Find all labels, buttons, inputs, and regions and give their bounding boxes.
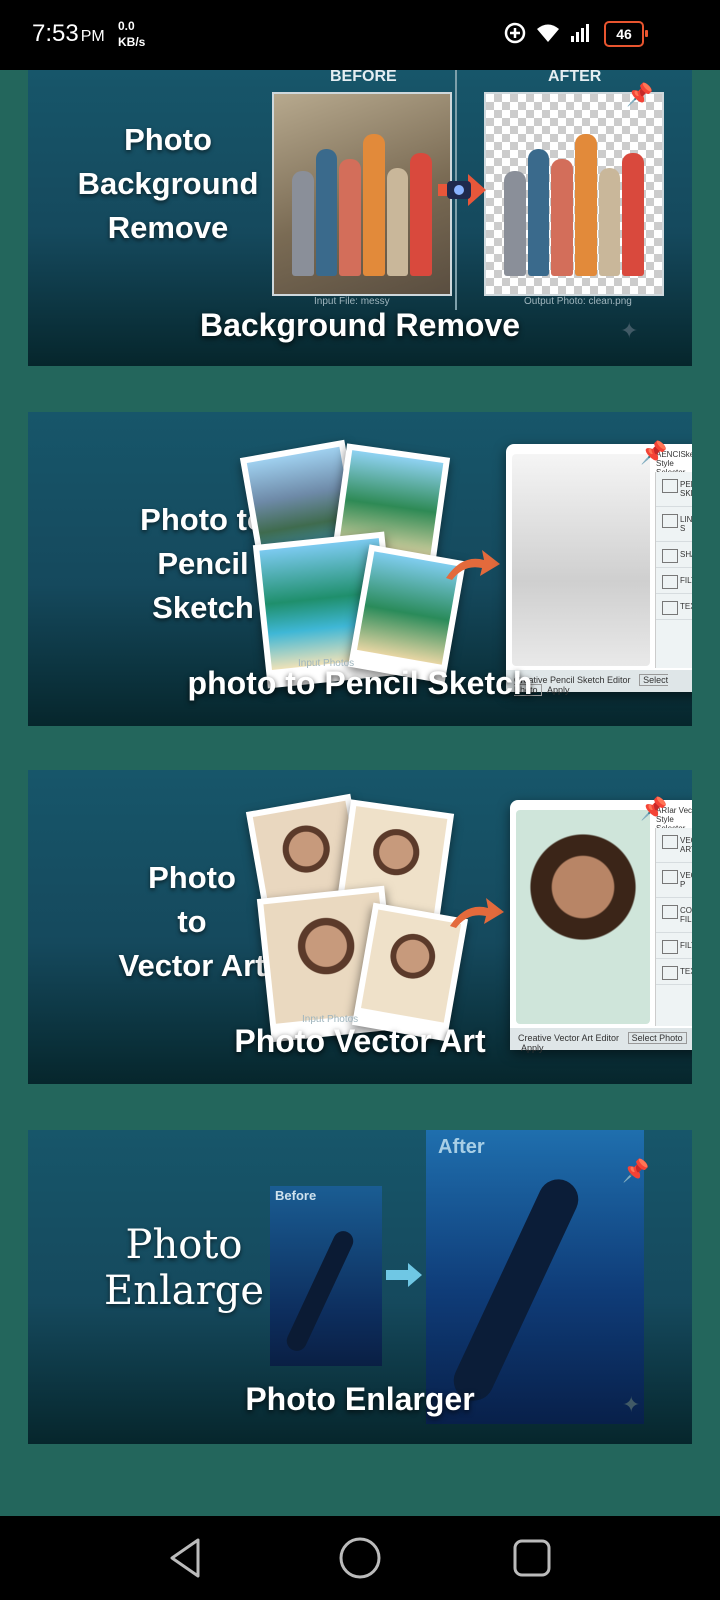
network-speed: 0.0 KB/s (118, 18, 145, 50)
before-label: BEFORE (330, 70, 397, 85)
battery-icon: 46 (604, 21, 648, 47)
side-item[interactable]: FILT (656, 933, 692, 959)
card-title: Photo Background Remove (58, 118, 278, 250)
network-speed-value: 0.0 (118, 19, 135, 33)
title-line: Background (77, 166, 259, 201)
ampm-text: PM (80, 28, 105, 45)
before-label: Before (275, 1188, 317, 1203)
side-item[interactable]: TEXT (656, 594, 692, 620)
side-item[interactable]: TEXT (656, 959, 692, 985)
title-line: Photo (125, 1222, 243, 1268)
after-label: AFTER (548, 70, 602, 85)
vector-preview (516, 810, 650, 1024)
vector-editor-panel: ARIar Vector Style Selector VECTOR ART V… (510, 800, 692, 1053)
back-button[interactable] (164, 1536, 208, 1580)
pin-icon: 📌 (640, 440, 668, 465)
battery-level: 46 (616, 26, 632, 42)
time-text: 7:53 (32, 20, 79, 47)
tool-sidebar: PENCIL SKETCH LINE S SHAD FILTE TEXT (655, 472, 692, 668)
status-time: 7:53 PM (32, 20, 105, 48)
home-button[interactable] (338, 1536, 382, 1580)
sketch-editor-panel: AENCISketch Style Selector PENCIL SKETCH… (506, 444, 692, 696)
title-line: Photo (124, 122, 212, 157)
side-item[interactable]: VECTOR P (656, 863, 692, 898)
signal-icon (571, 24, 589, 42)
after-photo: After (426, 1130, 644, 1424)
data-saver-icon (504, 22, 526, 44)
side-item[interactable]: SHAD (656, 542, 692, 568)
pin-icon: 📌 (622, 1158, 650, 1183)
before-photo: Before (270, 1186, 382, 1366)
arrow-right-icon (386, 1263, 422, 1287)
after-photo (484, 92, 664, 296)
status-icons (504, 22, 592, 44)
side-item[interactable]: PENCIL SKETCH (656, 472, 692, 507)
output-note: Output Photo: clean.png (524, 296, 632, 307)
status-bar: 7:53 PM 0.0 KB/s 46 (0, 0, 720, 70)
side-item[interactable]: LINE S (656, 507, 692, 542)
card-caption: Background Remove (199, 307, 521, 343)
feature-card-photo-enlarge[interactable]: Photo Enlarge Before After 📌 ✦ Photo Enl… (28, 1130, 692, 1444)
wifi-icon (537, 24, 559, 42)
pin-icon: 📌 (626, 82, 654, 107)
before-photo (272, 92, 452, 296)
input-note: Input File: messy (314, 296, 390, 307)
side-item[interactable]: VECTOR ART (656, 828, 692, 863)
card-caption: Photo Vector Art (234, 1023, 486, 1059)
card-caption: Photo Enlarger (245, 1381, 475, 1417)
feature-card-vector-art[interactable]: Photo to Vector Art ARIar Vector Style S… (28, 770, 692, 1084)
network-speed-unit: KB/s (118, 35, 146, 49)
card-title: Photo Enlarge (84, 1222, 284, 1314)
navigation-bar (0, 1516, 720, 1600)
tool-sidebar: VECTOR ART VECTOR P COLOR FIL FILT TEXT (655, 828, 692, 1026)
arrow-right-icon (446, 550, 500, 580)
pin-icon: 📌 (640, 796, 668, 821)
camera-icon (447, 181, 471, 199)
side-item[interactable]: FILTE (656, 568, 692, 594)
card-caption: photo to Pencil Sketch (187, 665, 533, 701)
arrow-right-icon (450, 898, 504, 928)
feature-card-pencil-sketch[interactable]: Photo to Pencil Sketch AENCISketch Style… (28, 412, 692, 726)
title-line: Remove (107, 210, 229, 245)
after-label: After (438, 1136, 485, 1158)
side-item[interactable]: COLOR FIL (656, 898, 692, 933)
recents-button[interactable] (510, 1536, 554, 1580)
sketch-preview (512, 454, 650, 666)
feature-card-background-remove[interactable]: Photo Background Remove BEFORE AFTER Inp… (28, 70, 692, 366)
title-line: Enlarge (104, 1268, 264, 1314)
